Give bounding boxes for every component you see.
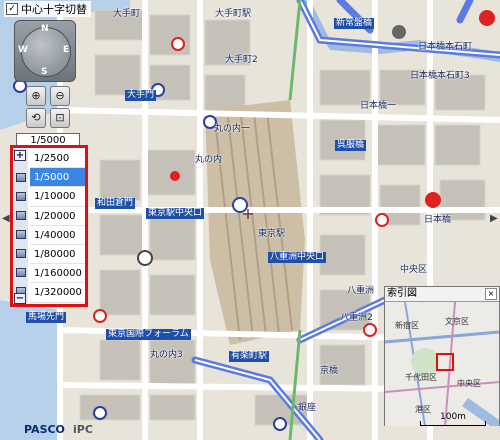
north-button[interactable]: N — [41, 24, 49, 34]
map-label: 東京駅中央口 — [146, 208, 205, 219]
index-map-header: 索引図 × — [385, 287, 499, 302]
rotate-icon[interactable]: ⟲ — [26, 108, 46, 128]
map-label: 東京国際フォーラム — [106, 329, 191, 340]
scale-options-list: 1/2500 1/5000 1/10000 1/20000 1/40000 1/… — [30, 149, 85, 303]
zoom-level-tick[interactable] — [16, 211, 26, 220]
map-label: 丸の内一 — [214, 124, 251, 134]
zoom-slider-handle[interactable] — [16, 173, 26, 182]
map-label: 銀座 — [298, 403, 317, 413]
map-label: 丸の内3 — [150, 350, 183, 360]
close-icon[interactable]: × — [485, 288, 497, 300]
index-map-label: 新宿区 — [395, 320, 419, 330]
index-map-label: 千代田区 — [405, 372, 437, 382]
scale-option[interactable]: 1/160000 — [30, 264, 85, 284]
index-map-label: 港区 — [415, 404, 431, 414]
map-label: 新常盤橋 — [334, 18, 375, 29]
index-map-panel[interactable]: 索引図 × 新宿区 文京区 千代田区 中央区 港区 — [384, 286, 500, 426]
pan-left-arrow-icon[interactable]: ◀ — [2, 213, 10, 224]
pan-control[interactable]: N W E S — [14, 20, 76, 82]
zoom-in-button[interactable]: + — [14, 150, 26, 161]
map-canvas[interactable]: 大手町 大手町駅 新常盤橋 日本橋本石町 大手町2 日本橋本石町3 大手門 丸の… — [0, 0, 500, 440]
scale-option[interactable]: 1/320000 — [30, 283, 85, 303]
map-label: 日本橋本石町3 — [410, 71, 470, 81]
map-label: 日本橋 — [424, 215, 452, 225]
map-label: 和田倉門 — [95, 198, 136, 209]
map-label: 日本橋本石町 — [418, 42, 473, 52]
pan-right-arrow-icon[interactable]: ▶ — [490, 213, 498, 224]
map-label: 八重洲2 — [340, 313, 373, 323]
map-label: 有楽町駅 — [229, 351, 270, 362]
map-label: 大手町 — [113, 9, 141, 19]
map-label: 呉服橋 — [335, 140, 367, 151]
index-map-label: 文京区 — [445, 316, 469, 326]
map-label: 日本橋一 — [360, 101, 397, 111]
map-label: 大手町駅 — [215, 9, 252, 19]
zoom-level-tick[interactable] — [16, 249, 26, 258]
scale-option[interactable]: 1/80000 — [30, 245, 85, 265]
magnifier-plus-icon[interactable]: ⊕ — [26, 86, 46, 106]
east-button[interactable]: E — [63, 45, 69, 55]
zoom-out-button[interactable]: − — [14, 293, 26, 304]
pasco-logo: PASCO — [24, 423, 65, 436]
scale-option-selected[interactable]: 1/5000 — [30, 168, 85, 188]
scale-option[interactable]: 1/2500 — [30, 149, 85, 169]
zoom-level-tick[interactable] — [16, 192, 26, 201]
map-label: 京橋 — [320, 366, 339, 376]
west-button[interactable]: W — [18, 45, 28, 55]
scale-option[interactable]: 1/40000 — [30, 226, 85, 245]
scale-option[interactable]: 1/10000 — [30, 187, 85, 207]
index-map-thumbnail[interactable]: 新宿区 文京区 千代田区 中央区 港区 — [385, 302, 499, 426]
map-label: 中央区 — [400, 265, 428, 275]
index-map-title: 索引図 — [387, 288, 417, 299]
ipc-logo: iPC — [73, 423, 93, 436]
crosshair-checkbox[interactable]: ✓ — [6, 3, 18, 15]
zoom-level-tick[interactable] — [16, 268, 26, 277]
scale-option[interactable]: 1/20000 — [30, 207, 85, 226]
map-label: 八重洲 — [347, 286, 375, 296]
scalebar — [420, 421, 486, 426]
crosshair-checkbox-label: 中心十字切替 — [21, 3, 87, 16]
map-label: 馬場先門 — [26, 312, 67, 323]
magnifier-minus-icon[interactable]: ⊖ — [50, 86, 70, 106]
map-label: 東京駅 — [258, 229, 286, 239]
map-label: 大手門 — [125, 90, 157, 101]
crosshair-toggle[interactable]: ✓ 中心十字切替 — [4, 1, 91, 17]
magnifier-square-icon[interactable]: ⊡ — [50, 108, 70, 128]
index-map-label: 中央区 — [457, 378, 481, 388]
map-label: 八重洲中央口 — [268, 252, 327, 263]
scale-dropdown[interactable]: + − 1/2500 1/5000 1/10000 1/20000 1/4000… — [10, 145, 88, 307]
south-button[interactable]: S — [41, 67, 47, 77]
map-label: 丸の内 — [195, 155, 223, 165]
zoom-level-tick[interactable] — [16, 230, 26, 239]
map-label: 大手町2 — [225, 55, 258, 65]
